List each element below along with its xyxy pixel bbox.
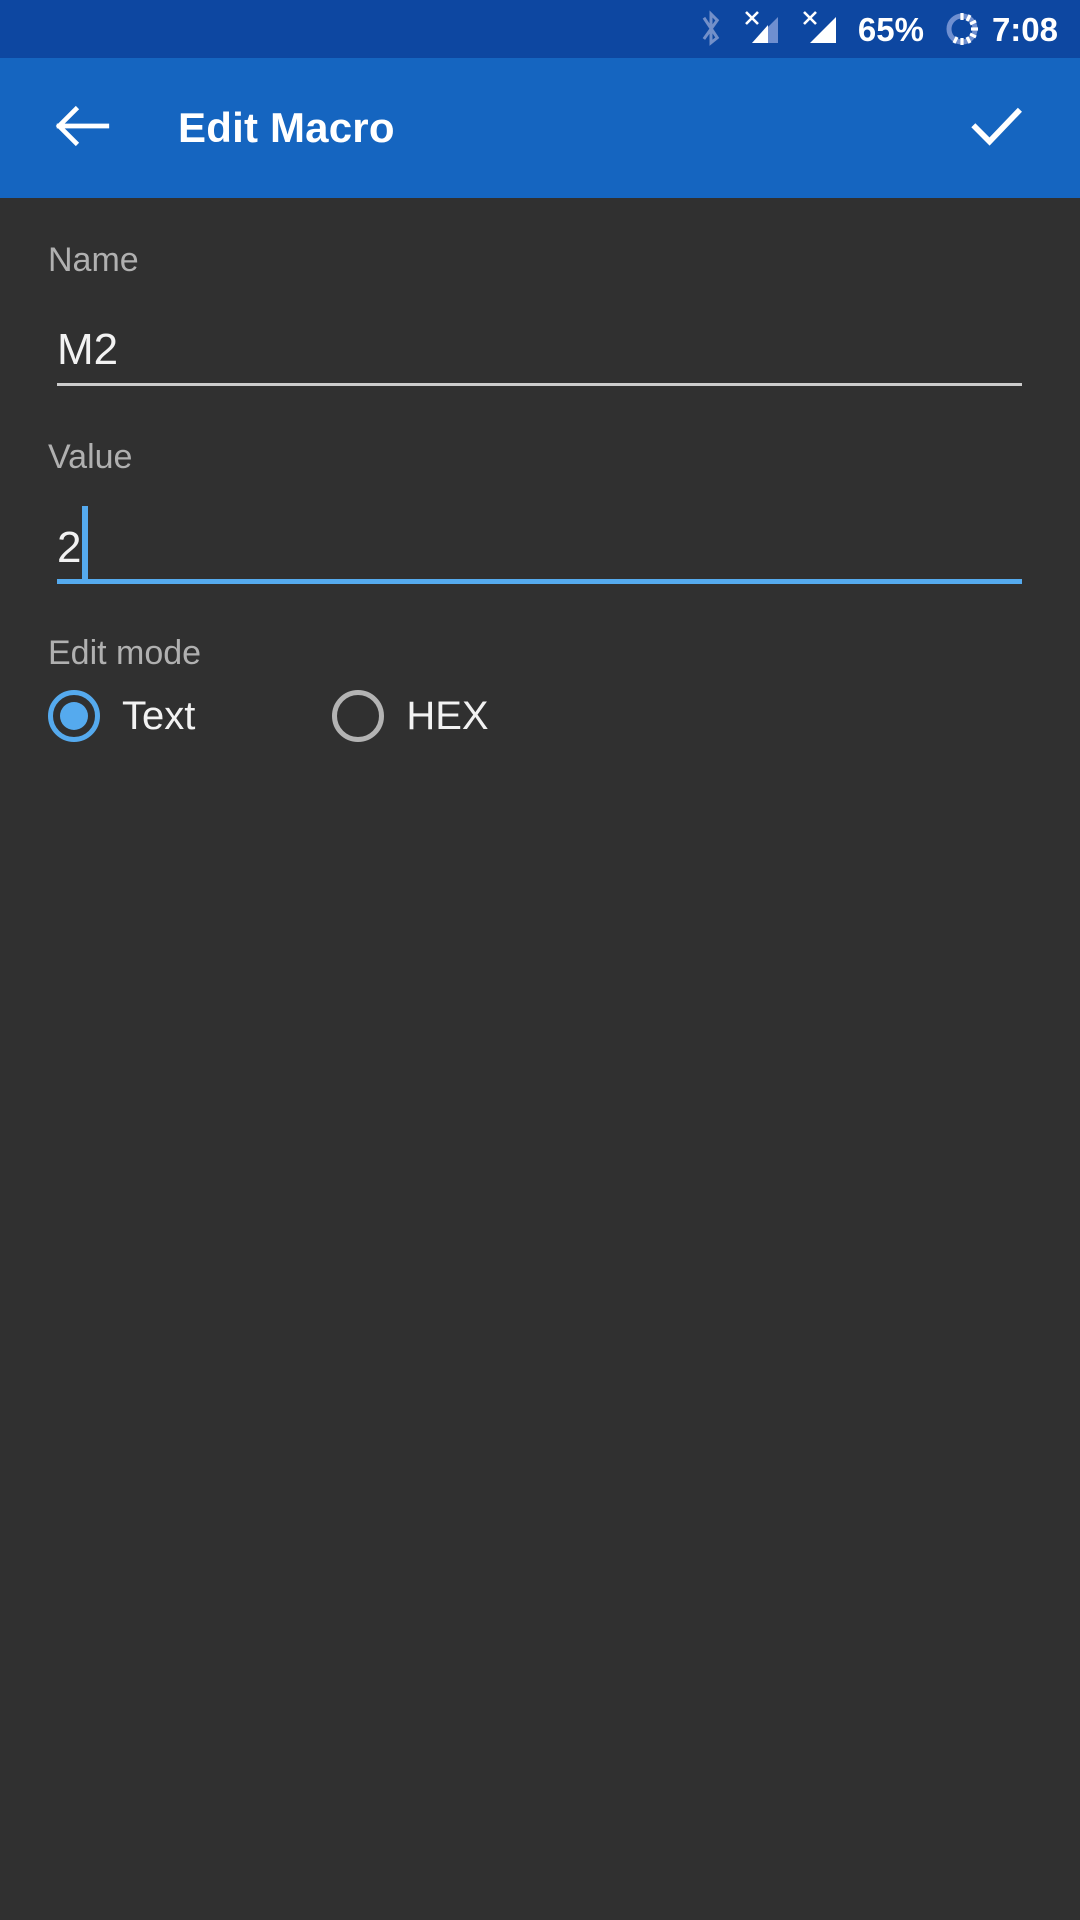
status-bar-clock: 7:08 bbox=[991, 10, 1058, 48]
page-title: Edit Macro bbox=[178, 104, 395, 151]
battery-percent-label: 65% bbox=[857, 10, 924, 48]
radio-option-text[interactable]: Text bbox=[48, 690, 195, 742]
signal-no-service-sim1-icon bbox=[740, 9, 784, 49]
form-content: Name M2 Value 2 Edit mode Text HEX bbox=[0, 198, 1080, 1920]
battery-charging-ring-icon bbox=[942, 9, 982, 49]
radio-label-hex: HEX bbox=[406, 694, 489, 738]
confirm-button[interactable] bbox=[948, 80, 1044, 176]
text-caret bbox=[82, 506, 88, 579]
radio-option-hex[interactable]: HEX bbox=[332, 690, 489, 742]
radio-unselected-icon bbox=[332, 690, 385, 742]
value-input-value: 2 bbox=[57, 523, 82, 572]
radio-label-text: Text bbox=[122, 694, 196, 738]
back-button[interactable] bbox=[33, 80, 129, 176]
edit-mode-radio-group: Text HEX bbox=[48, 690, 489, 742]
status-bar: 65% 7:08 bbox=[0, 0, 1080, 58]
value-field-label: Value bbox=[48, 438, 133, 476]
name-input-value: M2 bbox=[57, 325, 119, 374]
app-toolbar: Edit Macro bbox=[0, 58, 1080, 198]
name-input[interactable]: M2 bbox=[57, 306, 1022, 386]
bluetooth-icon bbox=[696, 10, 726, 48]
edit-mode-label: Edit mode bbox=[48, 634, 202, 672]
name-input-underline bbox=[57, 383, 1022, 386]
value-input[interactable]: 2 bbox=[57, 504, 1022, 584]
value-input-underline bbox=[57, 579, 1022, 584]
radio-dot bbox=[60, 702, 88, 730]
radio-selected-icon bbox=[48, 690, 100, 742]
name-field-label: Name bbox=[48, 241, 139, 279]
check-icon bbox=[965, 95, 1027, 162]
signal-no-service-sim2-icon bbox=[798, 9, 842, 49]
status-bar-icons: 65% 7:08 bbox=[682, 9, 1058, 49]
arrow-back-icon bbox=[50, 95, 112, 162]
